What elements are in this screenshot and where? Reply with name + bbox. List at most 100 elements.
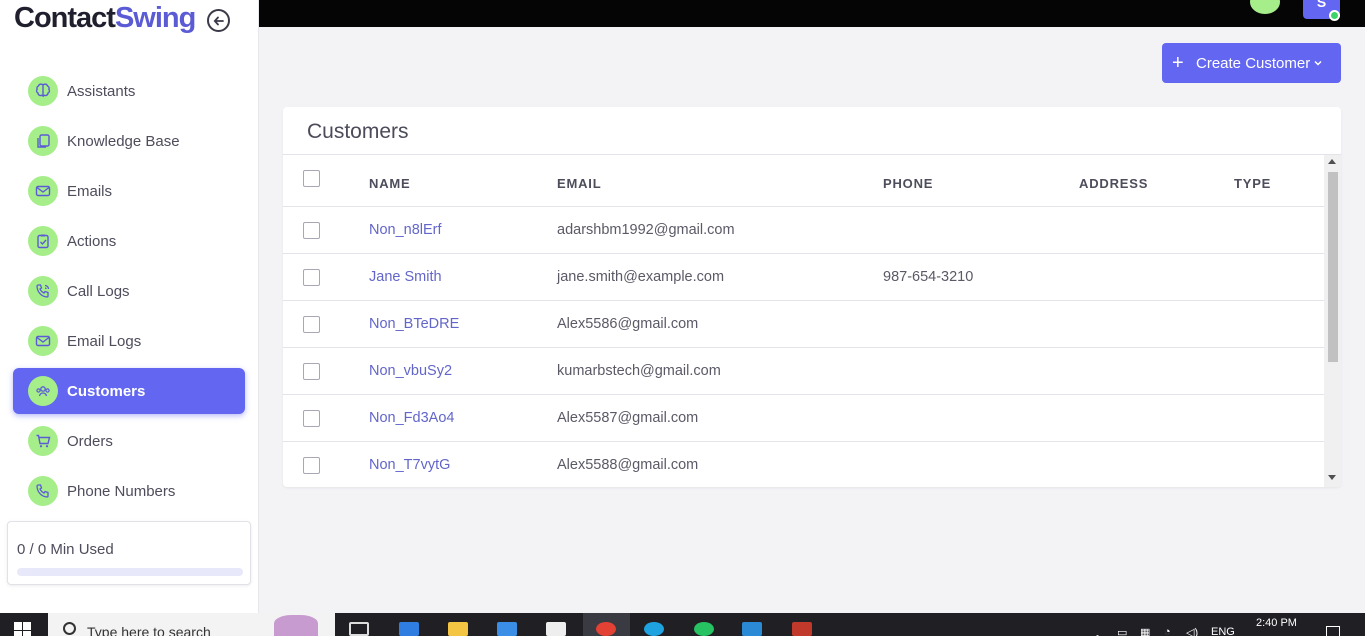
row-checkbox[interactable] (303, 457, 320, 474)
customer-email: jane.smith@example.com (557, 269, 725, 285)
brand-part-2: Swing (114, 2, 196, 34)
wifi-icon[interactable]: ◔ (1164, 626, 1171, 636)
customer-name-link[interactable]: Jane Smith (369, 269, 442, 285)
mail-app-icon[interactable] (497, 622, 517, 636)
customer-name-link[interactable]: Non_Fd3Ao4 (369, 410, 454, 426)
page-title: Customers (307, 120, 409, 143)
whatsapp-icon[interactable] (694, 622, 714, 636)
customer-name-link[interactable]: Non_n8lErf (369, 222, 442, 238)
phone-call-icon (28, 276, 58, 306)
minutes-usage-text: 0 / 0 Min Used (17, 541, 114, 558)
volume-icon[interactable]: ◁) (1186, 626, 1198, 636)
vscode-icon[interactable] (742, 622, 762, 636)
row-checkbox[interactable] (303, 316, 320, 333)
create-customer-button[interactable]: + Create Customer (1162, 43, 1341, 83)
table-row[interactable]: Non_n8lErf adarshbm1992@gmail.com (283, 207, 1324, 254)
chrome-icon[interactable] (596, 622, 616, 636)
taskbar-search-box[interactable]: Type here to search (48, 613, 335, 636)
app-red-icon[interactable] (792, 622, 812, 636)
table-row[interactable]: Jane Smith jane.smith@example.com 987-65… (283, 254, 1324, 301)
mail-icon (28, 326, 58, 356)
customer-phone: 987-654-3210 (883, 269, 974, 285)
plus-icon: + (1172, 52, 1184, 74)
windows-start-icon[interactable] (14, 622, 32, 636)
minutes-usage-card: 0 / 0 Min Used (7, 521, 251, 585)
sidebar-item-label: Customers (67, 382, 146, 400)
phone-icon (28, 476, 58, 506)
customer-name-link[interactable]: Non_T7vytG (369, 457, 450, 473)
mail-icon (28, 176, 58, 206)
app-grid-icon[interactable] (546, 622, 566, 636)
tray-chevron-up-icon[interactable]: ︿ (1092, 626, 1103, 636)
task-view-icon[interactable] (349, 622, 369, 636)
taskbar-clock[interactable]: 2:40 PM (1256, 617, 1297, 629)
taskbar-search-placeholder: Type here to search (87, 624, 211, 636)
sidebar-item-assistants[interactable]: Assistants (13, 68, 245, 114)
sidebar-item-label: Call Logs (67, 282, 130, 300)
users-icon (28, 376, 58, 406)
customer-email: Alex5588@gmail.com (557, 457, 699, 473)
brain-icon (28, 76, 58, 106)
sidebar-item-label: Phone Numbers (67, 482, 176, 500)
customer-email: Alex5587@gmail.com (557, 410, 699, 426)
customer-email: Alex5586@gmail.com (557, 316, 699, 332)
scroll-up-arrow-icon[interactable] (1328, 159, 1336, 164)
settings-gear-icon[interactable] (1250, 0, 1280, 14)
sidebar-item-customers[interactable]: Customers (13, 368, 245, 414)
store-icon[interactable] (399, 622, 419, 636)
sidebar-item-label: Actions (67, 232, 117, 250)
column-header-phone[interactable]: PHONE (883, 176, 933, 191)
language-indicator[interactable]: ENG (1211, 626, 1235, 636)
customers-table: NAME EMAIL PHONE ADDRESS TYPE Non_n8lErf… (283, 155, 1324, 487)
network-icon[interactable]: ▦ (1140, 626, 1150, 636)
sidebar-item-label: Knowledge Base (67, 132, 180, 150)
sidebar-item-orders[interactable]: Orders (13, 418, 245, 464)
sidebar-item-label: Orders (67, 432, 113, 450)
os-taskbar: Type here to search ︿ ▭ ▦ ◔ ◁) ENG 2:40 … (0, 613, 1365, 636)
customer-name-link[interactable]: Non_vbuSy2 (369, 363, 452, 379)
table-row[interactable]: Non_T7vytG Alex5588@gmail.com (283, 442, 1324, 487)
column-header-address[interactable]: ADDRESS (1079, 176, 1148, 191)
brand-logo-text: ContactSwing (14, 2, 196, 35)
documents-icon (28, 126, 58, 156)
column-header-email[interactable]: EMAIL (557, 176, 601, 191)
scroll-down-arrow-icon[interactable] (1328, 475, 1336, 480)
file-explorer-icon[interactable] (448, 622, 468, 636)
table-row[interactable]: Non_BTeDRE Alex5586@gmail.com (283, 301, 1324, 348)
clipboard-check-icon (28, 226, 58, 256)
top-bar: S (259, 0, 1365, 27)
edge-icon[interactable] (644, 622, 664, 636)
battery-icon[interactable]: ▭ (1117, 626, 1127, 636)
sidebar-item-label: Email Logs (67, 332, 142, 350)
notification-center-icon[interactable] (1326, 626, 1340, 636)
row-checkbox[interactable] (303, 410, 320, 427)
customer-name-link[interactable]: Non_BTeDRE (369, 316, 459, 332)
customer-email: kumarbstech@gmail.com (557, 363, 721, 379)
sidebar-item-phone-numbers[interactable]: Phone Numbers (13, 468, 245, 514)
brand-part-1: Contact (14, 2, 116, 34)
row-checkbox[interactable] (303, 363, 320, 380)
search-highlight-icon (274, 615, 318, 636)
sidebar-item-actions[interactable]: Actions (13, 218, 245, 264)
sidebar-item-label: Emails (67, 182, 113, 200)
sidebar-item-label: Assistants (67, 82, 136, 100)
sidebar-item-knowledge-base[interactable]: Knowledge Base (13, 118, 245, 164)
table-row[interactable]: Non_Fd3Ao4 Alex5587@gmail.com (283, 395, 1324, 442)
sidebar-item-email-logs[interactable]: Email Logs (13, 318, 245, 364)
row-checkbox[interactable] (303, 222, 320, 239)
minutes-usage-progress (17, 568, 243, 576)
customers-card: Customers NAME EMAIL PHONE ADDRESS TYPE … (283, 107, 1341, 487)
column-header-type[interactable]: TYPE (1234, 176, 1271, 191)
select-all-checkbox[interactable] (303, 170, 320, 187)
sidebar-item-call-logs[interactable]: Call Logs (13, 268, 245, 314)
column-header-name[interactable]: NAME (369, 176, 410, 191)
sidebar-item-emails[interactable]: Emails (13, 168, 245, 214)
scrollbar-thumb[interactable] (1328, 172, 1338, 362)
row-checkbox[interactable] (303, 269, 320, 286)
brand-logo[interactable]: ContactSwing (14, 2, 196, 35)
chevron-down-icon[interactable] (1312, 53, 1324, 74)
table-row[interactable]: Non_vbuSy2 kumarbstech@gmail.com (283, 348, 1324, 395)
collapse-sidebar-button[interactable] (207, 9, 230, 32)
table-scrollbar[interactable] (1324, 155, 1341, 487)
customer-email: adarshbm1992@gmail.com (557, 222, 735, 238)
